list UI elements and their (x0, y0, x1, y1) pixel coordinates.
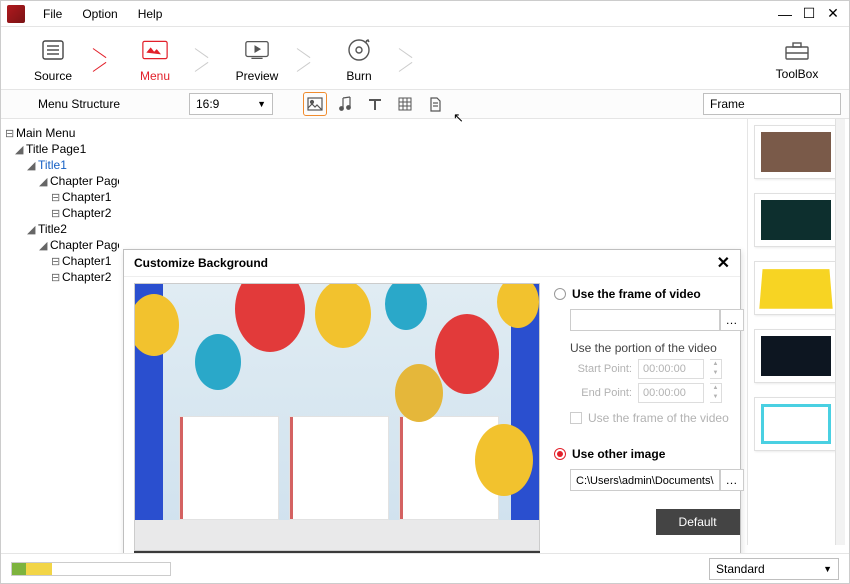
frame-video-path[interactable] (570, 309, 720, 331)
frame-swatch[interactable] (754, 261, 838, 315)
burn-icon (346, 37, 372, 63)
browse-image-button[interactable]: … (720, 469, 744, 491)
step-source[interactable]: Source (13, 37, 93, 83)
end-spinner[interactable]: ▲▼ (710, 383, 722, 403)
chevron-down-icon: ▼ (257, 99, 266, 109)
tree: ⊟Main Menu ◢Title Page1 ◢Title1 ◢Chapter… (1, 119, 119, 553)
tree-row[interactable]: ⊟Chapter1 (5, 253, 115, 269)
radio-icon (554, 448, 566, 460)
customize-background-dialog: Customize Background ✕ (123, 249, 741, 553)
step-source-label: Source (34, 69, 72, 83)
step-menu[interactable]: Menu (115, 37, 195, 83)
step-menu-label: Menu (140, 69, 170, 83)
aspect-value: 16:9 (196, 97, 219, 111)
menu-help[interactable]: Help (128, 3, 173, 25)
player-bar: ▶ ■ ⏭ 00:00:00 / 00:00:00 (134, 551, 540, 553)
radio-icon (554, 288, 566, 300)
step-burn-label: Burn (346, 69, 371, 83)
dialog-title: Customize Background (134, 256, 268, 270)
start-point-input[interactable]: 00:00:00 (638, 359, 704, 379)
browse-video-button[interactable]: … (720, 309, 744, 331)
toolbox-button[interactable]: ToolBox (757, 39, 837, 81)
standard-select[interactable]: Standard ▼ (709, 558, 839, 580)
close-button[interactable]: ✕ (821, 2, 845, 25)
checkbox-icon[interactable] (570, 412, 582, 424)
tree-row[interactable]: ◢Title Page1 (5, 141, 115, 157)
bottom-bar: Standard ▼ (1, 553, 849, 583)
standard-value: Standard (716, 562, 765, 576)
maximize-button[interactable]: ☐ (797, 2, 821, 25)
options-row: Menu Structure 16:9 ▼ ↖ Frame (1, 89, 849, 119)
background-image-button[interactable] (303, 92, 327, 116)
preview-icon (244, 37, 270, 63)
tree-row[interactable]: ⊟Chapter2 (5, 269, 115, 285)
menu-icon (142, 37, 168, 63)
options-pane: Use the frame of video … Use the portion… (540, 283, 748, 553)
tree-row[interactable]: ⊟Chapter2 (5, 205, 115, 221)
use-frame-checkbox-label: Use the frame of the video (588, 411, 729, 425)
step-preview-label: Preview (236, 69, 279, 83)
end-point-input[interactable]: 00:00:00 (638, 383, 704, 403)
music-button[interactable] (333, 92, 357, 116)
frame-input[interactable]: Frame (703, 93, 841, 115)
other-image-path[interactable]: C:\Users\admin\Documents\ (570, 469, 720, 491)
progress-bar (11, 562, 171, 576)
end-label: End Point: (570, 387, 632, 399)
dialog-close-button[interactable]: ✕ (717, 253, 730, 273)
tree-row[interactable]: ⊟Chapter1 (5, 189, 115, 205)
step-preview[interactable]: Preview (217, 37, 297, 83)
app-icon (7, 5, 25, 23)
default-button[interactable]: Default (656, 509, 740, 535)
toolbox-icon (783, 39, 811, 61)
frame-value: Frame (710, 97, 745, 111)
preview-pane: ▶ ■ ⏭ 00:00:00 / 00:00:00 (134, 283, 540, 553)
menu-file[interactable]: File (33, 3, 72, 25)
dialog-title-bar: Customize Background ✕ (124, 250, 740, 277)
radio-use-frame[interactable]: Use the frame of video (554, 287, 744, 301)
tree-row[interactable]: ◢Chapter Page1 (5, 237, 115, 253)
frame-swatch[interactable] (754, 125, 838, 179)
scrollbar[interactable] (835, 119, 845, 545)
start-label: Start Point: (570, 363, 632, 375)
tree-row[interactable]: ◢Title1 (5, 157, 115, 173)
frame-swatch[interactable] (754, 397, 838, 451)
toolbox-label: ToolBox (776, 67, 819, 81)
menubar: File Option Help — ☐ ✕ (1, 1, 849, 27)
aspect-select[interactable]: 16:9 ▼ (189, 93, 273, 115)
main-area: ⊟Main Menu ◢Title Page1 ◢Title1 ◢Chapter… (1, 119, 849, 553)
text-button[interactable] (363, 92, 387, 116)
stepbar: Source Menu Preview Burn ToolBox (1, 27, 849, 89)
frame-swatch[interactable] (754, 329, 838, 383)
start-spinner[interactable]: ▲▼ (710, 359, 722, 379)
source-icon (40, 37, 66, 63)
page-button[interactable] (423, 92, 447, 116)
preview-canvas (134, 283, 540, 551)
chevron-down-icon: ▼ (823, 564, 832, 574)
minimize-button[interactable]: — (773, 3, 797, 25)
menu-option[interactable]: Option (72, 3, 127, 25)
portion-hint: Use the portion of the video (570, 341, 744, 355)
tree-row[interactable]: ◢Chapter Page1 (5, 173, 115, 189)
tree-row[interactable]: ◢Title2 (5, 221, 115, 237)
frame-swatch[interactable] (754, 193, 838, 247)
menu-structure-label: Menu Structure (9, 97, 149, 111)
grid-button[interactable] (393, 92, 417, 116)
step-burn[interactable]: Burn (319, 37, 399, 83)
frame-presets-panel (747, 119, 845, 545)
tree-row[interactable]: ⊟Main Menu (5, 125, 115, 141)
radio-use-other[interactable]: Use other image (554, 447, 744, 461)
